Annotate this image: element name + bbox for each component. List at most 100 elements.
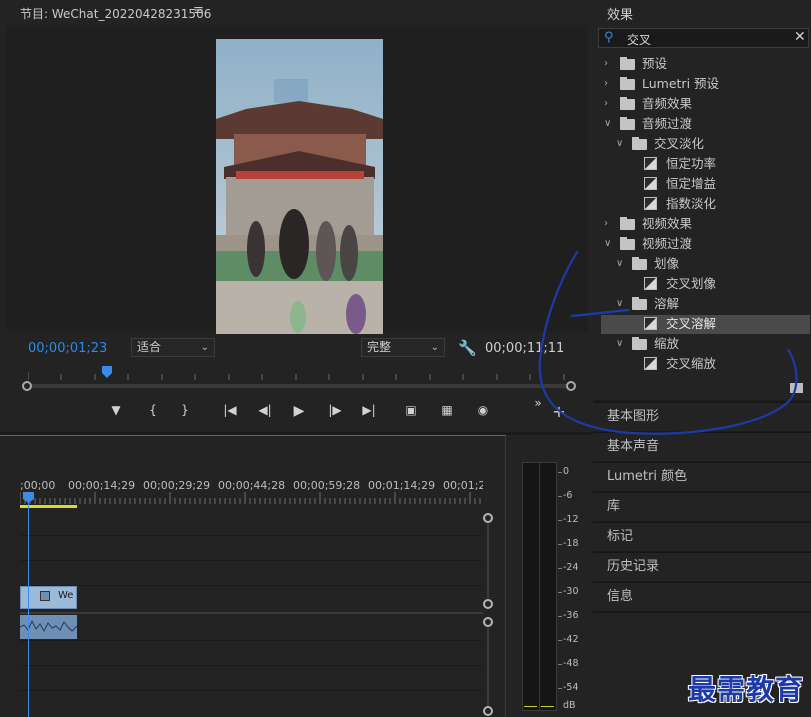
panel-menu-icon[interactable]: ≡ <box>193 3 204 18</box>
export-frame-button[interactable]: ◉ <box>473 403 493 421</box>
chevron-down-icon: ⌄ <box>200 342 209 353</box>
transition-effect-icon <box>644 177 657 190</box>
panel-tab[interactable]: 信息 <box>593 582 811 611</box>
track-divider <box>20 665 483 666</box>
panel-tab[interactable]: Lumetri 颜色 <box>593 462 811 491</box>
tree-item-label: 音频效果 <box>642 96 693 111</box>
fit-dropdown[interactable]: 适合 ⌄ <box>131 338 215 357</box>
meter-label: -12 <box>563 514 579 525</box>
audio-scroll-handle-bottom[interactable] <box>483 706 493 716</box>
play-button[interactable]: ▶ <box>289 403 309 421</box>
folder-item[interactable]: › Lumetri 预设 <box>604 74 804 94</box>
chevron-right-icon[interactable]: › <box>604 94 614 114</box>
effects-title[interactable]: 效果 <box>607 4 633 23</box>
watermark-logo: 最需教育 <box>688 673 805 706</box>
folder-icon <box>620 117 635 130</box>
effect-item[interactable]: 恒定功率 <box>604 154 804 174</box>
tree-item-label: Lumetri 预设 <box>642 76 720 91</box>
audio-scrollbar[interactable] <box>487 622 489 708</box>
video-scroll-handle-bottom[interactable] <box>483 599 493 609</box>
effects-search-value[interactable]: 交叉 <box>627 31 651 48</box>
audio-scroll-handle-top[interactable] <box>483 617 493 627</box>
monitor-title[interactable]: 节目: WeChat_20220428231506 <box>20 5 211 22</box>
fit-value: 适合 <box>137 340 162 354</box>
panel-tab[interactable]: 历史记录 <box>593 552 811 581</box>
panel-tab[interactable]: 库 <box>593 492 811 521</box>
video-scroll-handle-top[interactable] <box>483 513 493 523</box>
tree-item-label: 交叉淡化 <box>654 136 705 151</box>
chevron-right-icon[interactable]: › <box>604 74 614 94</box>
preset-folder-icon <box>620 57 635 70</box>
video-audio-divider <box>20 612 483 614</box>
mark-out-button[interactable]: } <box>175 403 195 421</box>
playhead-handle-icon[interactable] <box>23 492 34 503</box>
tree-item-label: 指数淡化 <box>666 196 717 211</box>
folder-item[interactable]: ∨ 交叉淡化 <box>604 134 804 154</box>
goto-in-button[interactable]: |◀ <box>220 403 240 421</box>
folder-icon <box>632 137 647 150</box>
scrub-bar[interactable] <box>27 384 572 388</box>
hand-drawn-annotation <box>538 250 798 435</box>
meter-tick <box>558 688 562 689</box>
meter-tick <box>558 520 562 521</box>
meter-tick <box>558 568 562 569</box>
chevron-down-icon[interactable]: ∨ <box>604 114 614 134</box>
playhead-marker-icon[interactable] <box>101 366 113 378</box>
tree-item-label: 恒定功率 <box>666 156 717 171</box>
chevron-right-icon[interactable]: › <box>604 54 614 74</box>
folder-item[interactable]: › 预设 <box>604 54 804 74</box>
meter-peak-right <box>541 706 554 707</box>
video-frame-image <box>216 39 383 334</box>
meter-tick <box>558 496 562 497</box>
meter-tick <box>558 544 562 545</box>
meter-tick <box>558 592 562 593</box>
timeline-playhead[interactable] <box>28 496 29 717</box>
meter-tick <box>558 472 562 473</box>
step-forward-button[interactable]: |▶ <box>325 403 345 421</box>
tree-item-label: 预设 <box>642 56 668 71</box>
folder-item[interactable]: ∨ 音频过渡 <box>604 114 804 134</box>
add-marker-button[interactable]: ▼ <box>106 403 126 421</box>
effect-item[interactable]: 指数淡化 <box>604 194 804 214</box>
search-icon: ⚲ <box>604 30 614 45</box>
meter-label: -42 <box>563 634 579 645</box>
chevron-down-icon[interactable]: ∨ <box>616 134 626 154</box>
chevron-right-icon[interactable]: › <box>604 214 614 234</box>
meter-label: -6 <box>563 490 573 501</box>
video-frame-illustration <box>216 39 383 334</box>
step-back-button[interactable]: ◀| <box>255 403 275 421</box>
panel-tab[interactable]: 标记 <box>593 522 811 551</box>
mark-in-button[interactable]: { <box>143 403 163 421</box>
meter-label: dB <box>563 700 576 711</box>
meter-tick <box>558 664 562 665</box>
meter-label: -18 <box>563 538 579 549</box>
scrub-start-handle[interactable] <box>22 381 32 391</box>
track-divider <box>20 690 483 691</box>
clear-search-icon[interactable]: ✕ <box>794 29 806 45</box>
lift-button[interactable]: ▣ <box>401 403 421 421</box>
meter-label: -30 <box>563 586 579 597</box>
extract-button[interactable]: ▦ <box>437 403 457 421</box>
fx-badge-icon <box>40 591 50 601</box>
track-divider <box>20 560 483 561</box>
folder-icon <box>620 97 635 110</box>
transition-effect-icon <box>644 197 657 210</box>
goto-out-button[interactable]: ▶| <box>359 403 379 421</box>
track-divider <box>20 535 483 536</box>
timeline-ruler-ticks <box>20 492 481 504</box>
tree-item-label: 恒定增益 <box>666 176 717 191</box>
quality-value: 完整 <box>367 340 392 354</box>
transition-effect-icon <box>644 157 657 170</box>
current-timecode[interactable]: 00;00;01;23 <box>28 341 107 356</box>
folder-item[interactable]: › 视频效果 <box>604 214 804 234</box>
quality-dropdown[interactable]: 完整 ⌄ <box>361 338 445 357</box>
effect-item[interactable]: 恒定增益 <box>604 174 804 194</box>
folder-item[interactable]: › 音频效果 <box>604 94 804 114</box>
wrench-icon[interactable]: 🔧 <box>458 339 477 357</box>
track-divider <box>20 640 483 641</box>
tree-item-label: 视频效果 <box>642 216 693 231</box>
meter-peak-left <box>524 706 537 707</box>
meter-label: -24 <box>563 562 579 573</box>
video-scrollbar[interactable] <box>487 517 489 598</box>
preset-folder-icon <box>620 77 635 90</box>
